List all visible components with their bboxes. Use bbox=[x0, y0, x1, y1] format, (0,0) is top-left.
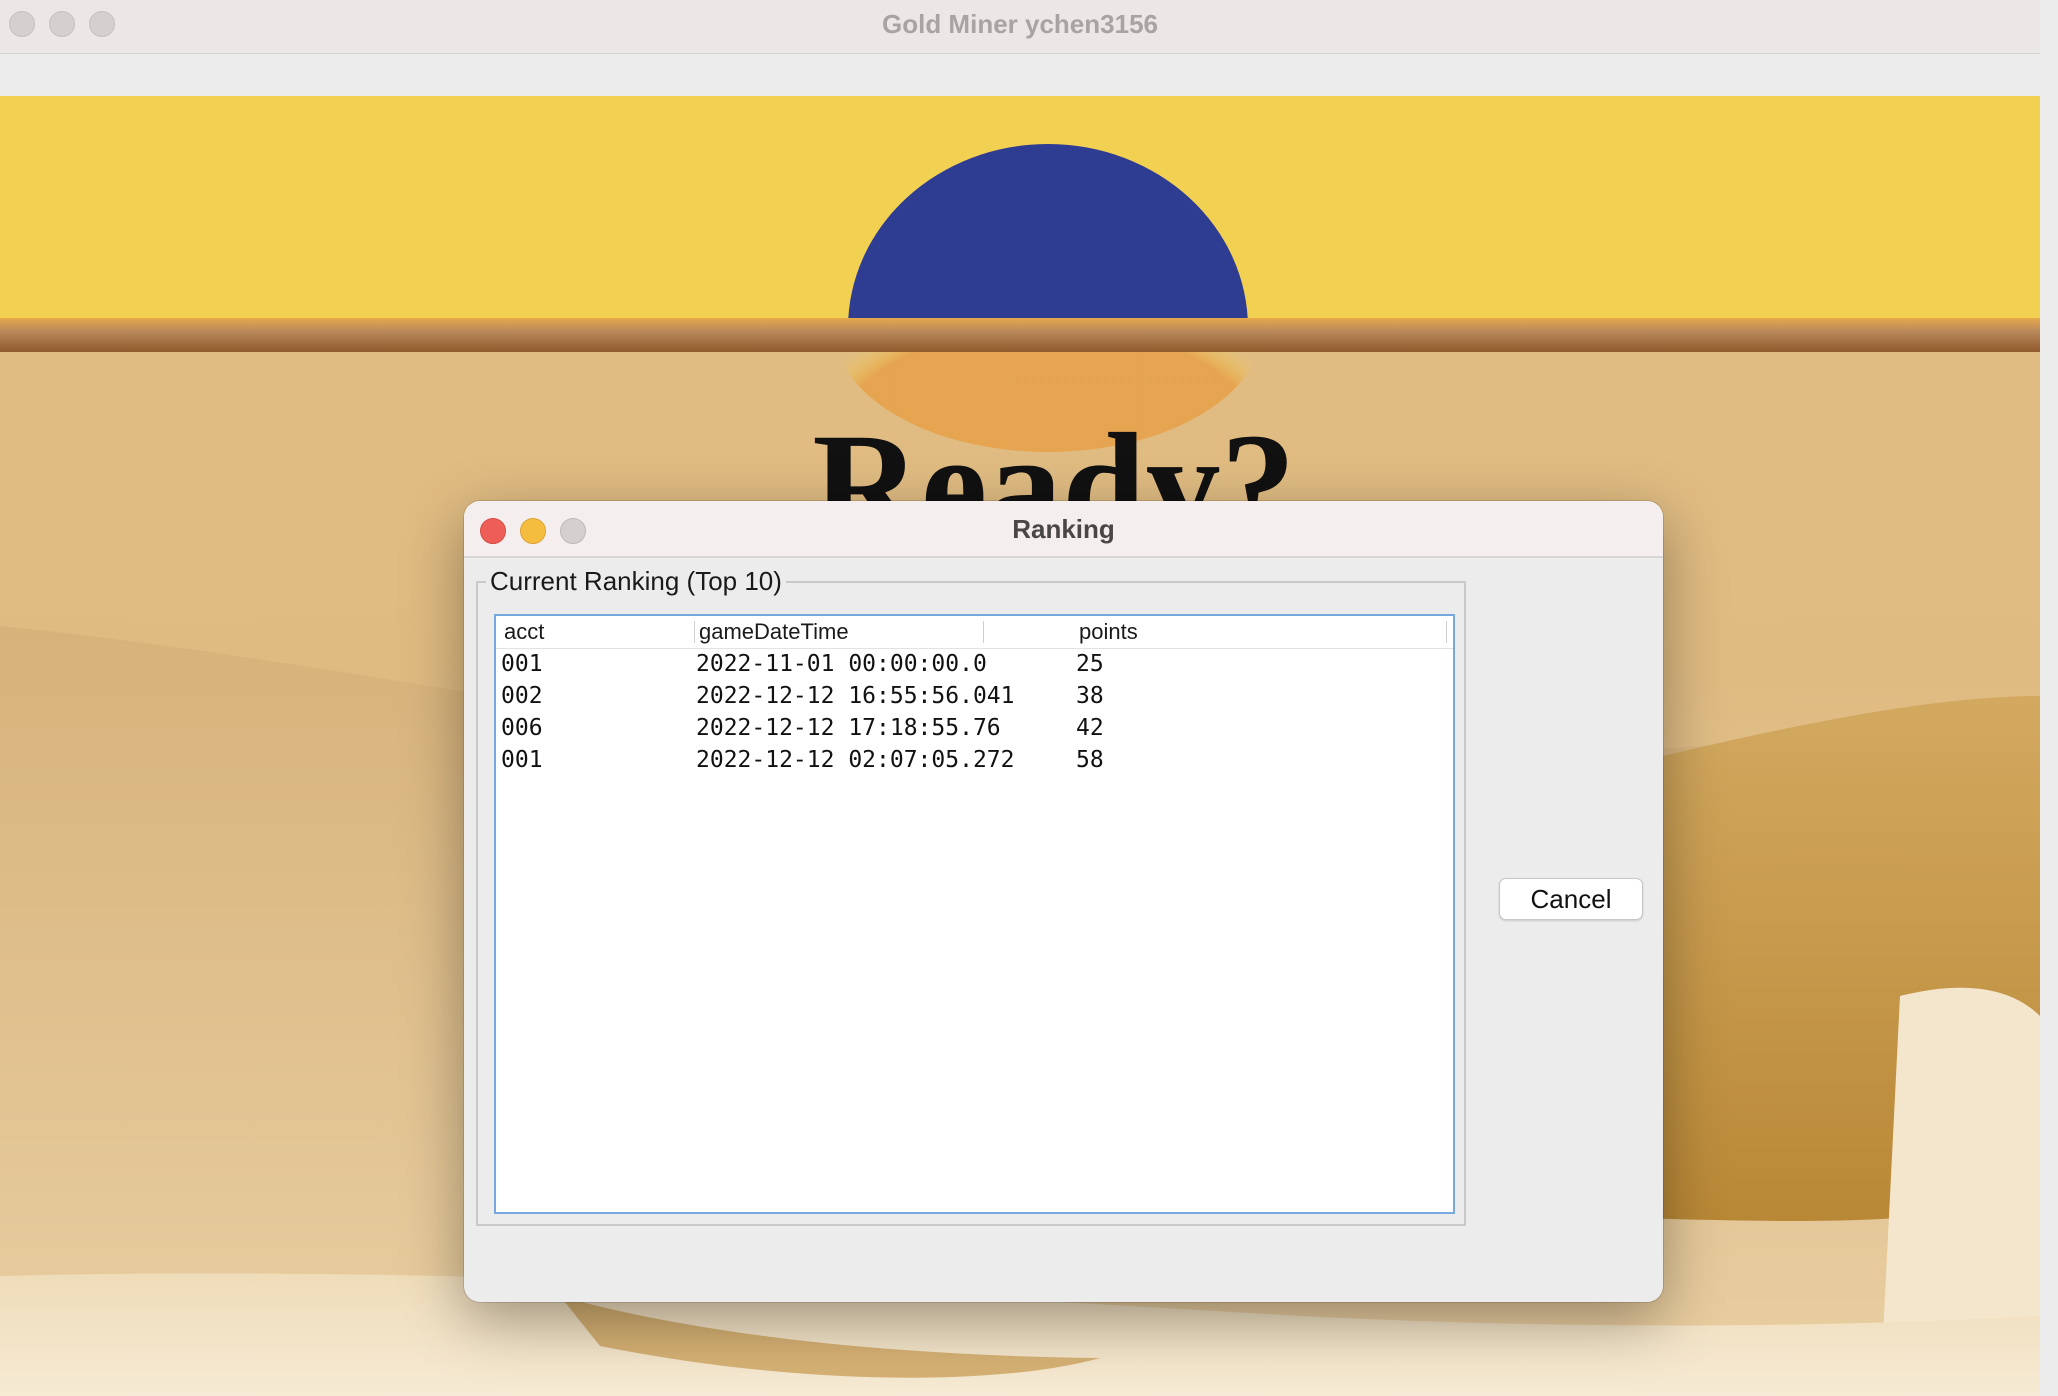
table-row[interactable]: 002 2022-12-12 16:55:56.041 38 bbox=[496, 682, 1453, 714]
cell-points: 38 bbox=[1076, 683, 1104, 709]
cell-acct: 006 bbox=[501, 715, 543, 741]
column-divider[interactable] bbox=[983, 621, 984, 643]
table-row[interactable]: 001 2022-11-01 00:00:00.0 25 bbox=[496, 650, 1453, 682]
cell-points: 42 bbox=[1076, 715, 1104, 741]
cell-acct: 001 bbox=[501, 651, 543, 677]
window-edge bbox=[2040, 0, 2058, 1396]
column-header-points[interactable]: points bbox=[1079, 619, 1138, 645]
ranking-dialog: Ranking Current Ranking (Top 10) acct ga… bbox=[464, 501, 1663, 1302]
cell-points: 25 bbox=[1076, 651, 1104, 677]
ground-band bbox=[0, 318, 2040, 352]
column-divider[interactable] bbox=[694, 621, 695, 643]
column-header-acct[interactable]: acct bbox=[504, 619, 544, 645]
ranking-table[interactable]: acct gameDateTime points 001 2022-11-01 … bbox=[494, 614, 1455, 1214]
table-row[interactable]: 001 2022-12-12 02:07:05.272 58 bbox=[496, 746, 1453, 778]
dialog-title: Ranking bbox=[1012, 514, 1115, 544]
cell-points: 58 bbox=[1076, 747, 1104, 773]
cell-gamedatetime: 2022-12-12 02:07:05.272 bbox=[696, 747, 1015, 773]
main-window-titlebar: Gold Miner ychen3156 bbox=[0, 0, 2040, 54]
cell-gamedatetime: 2022-12-12 16:55:56.041 bbox=[696, 683, 1015, 709]
column-divider[interactable] bbox=[1446, 621, 1447, 643]
window-title: Gold Miner ychen3156 bbox=[882, 9, 1158, 39]
table-header: acct gameDateTime points bbox=[496, 616, 1453, 649]
cell-gamedatetime: 2022-11-01 00:00:00.0 bbox=[696, 651, 987, 677]
column-header-gamedatetime[interactable]: gameDateTime bbox=[699, 619, 849, 645]
cell-acct: 001 bbox=[501, 747, 543, 773]
ranking-group-title: Current Ranking (Top 10) bbox=[486, 566, 786, 597]
cell-gamedatetime: 2022-12-12 17:18:55.76 bbox=[696, 715, 1001, 741]
menu-strip bbox=[0, 54, 2040, 96]
cancel-button[interactable]: Cancel bbox=[1499, 878, 1643, 920]
cell-acct: 002 bbox=[501, 683, 543, 709]
table-row[interactable]: 006 2022-12-12 17:18:55.76 42 bbox=[496, 714, 1453, 746]
dialog-titlebar: Ranking bbox=[464, 501, 1663, 558]
